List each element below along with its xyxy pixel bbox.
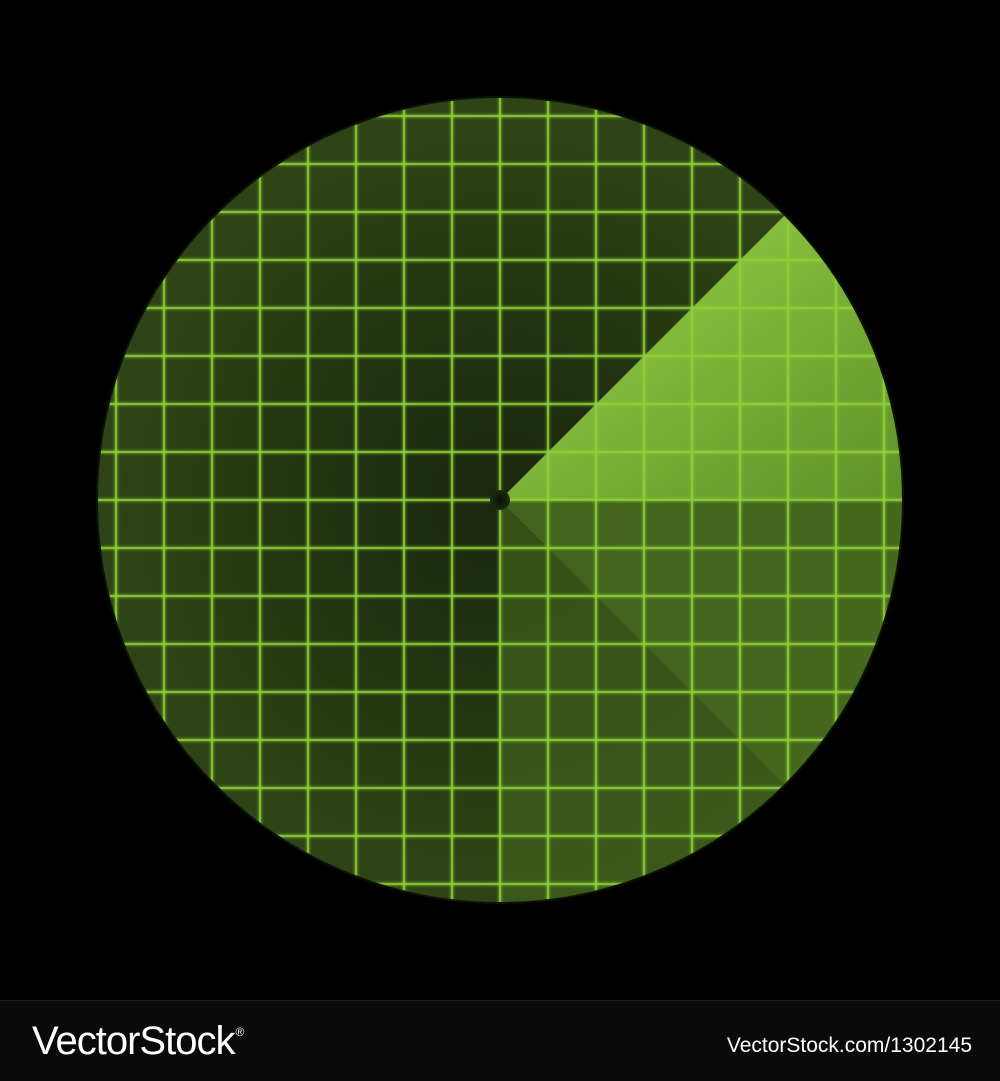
radar-scope bbox=[96, 96, 904, 904]
center-dot bbox=[490, 490, 510, 510]
image-id-label: VectorStock.com/1302145 bbox=[726, 1034, 972, 1057]
registered-mark: ® bbox=[235, 1025, 244, 1039]
radar-illustration: VectorStock® VectorStock.com/1302145 bbox=[0, 0, 1000, 1081]
vectorstock-logo: VectorStock® bbox=[32, 1019, 244, 1063]
watermark-footer: VectorStock® VectorStock.com/1302145 bbox=[0, 1000, 1000, 1081]
